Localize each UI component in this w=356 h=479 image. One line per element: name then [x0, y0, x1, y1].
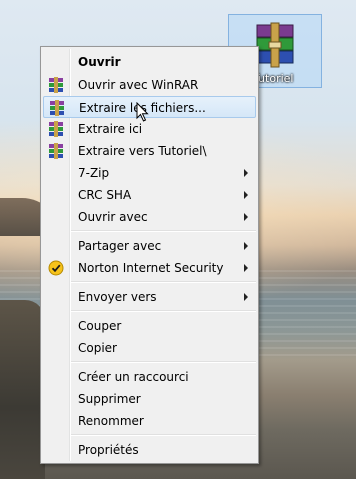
menu-item-label: Supprimer	[78, 392, 141, 406]
winrar-icon	[49, 143, 63, 159]
menu-item-label: Ouvrir avec WinRAR	[78, 78, 199, 92]
menu-item-supprimer[interactable]: Supprimer	[43, 388, 256, 410]
menu-item-label: Ouvrir avec	[78, 210, 148, 224]
rar-archive-icon	[256, 22, 294, 68]
submenu-arrow-icon	[244, 242, 248, 250]
menu-item-label: Couper	[78, 319, 122, 333]
menu-item-label: Renommer	[78, 414, 144, 428]
winrar-icon	[49, 121, 63, 137]
winrar-icon	[50, 100, 64, 116]
menu-item-creer-raccourci[interactable]: Créer un raccourci	[43, 366, 256, 388]
menu-item-label: Envoyer vers	[78, 290, 157, 304]
desktop-file-label: Tutoriel	[253, 72, 294, 85]
menu-item-label: Ouvrir	[78, 55, 121, 69]
menu-item-extraire-vers[interactable]: Extraire vers Tutoriel\	[43, 140, 256, 162]
menu-item-label: CRC SHA	[78, 188, 132, 202]
submenu-arrow-icon	[244, 169, 248, 177]
menu-item-label: Extraire ici	[78, 122, 143, 136]
menu-item-label: Créer un raccourci	[78, 370, 189, 384]
menu-item-norton[interactable]: Norton Internet Security	[43, 257, 256, 279]
menu-item-couper[interactable]: Couper	[43, 315, 256, 337]
menu-item-crc-sha[interactable]: CRC SHA	[43, 184, 256, 206]
submenu-arrow-icon	[244, 191, 248, 199]
menu-item-7zip[interactable]: 7-Zip	[43, 162, 256, 184]
menu-item-label: Propriétés	[78, 443, 139, 457]
menu-item-label: 7-Zip	[78, 166, 110, 180]
menu-item-envoyer-vers[interactable]: Envoyer vers	[43, 286, 256, 308]
menu-item-label: Extraire vers Tutoriel\	[78, 144, 207, 158]
menu-item-copier[interactable]: Copier	[43, 337, 256, 359]
menu-item-label: Partager avec	[78, 239, 162, 253]
menu-item-partager-avec[interactable]: Partager avec	[43, 235, 256, 257]
menu-separator	[71, 361, 256, 363]
menu-item-label: Norton Internet Security	[78, 261, 224, 275]
winrar-icon	[49, 77, 63, 93]
menu-item-ouvrir-avec[interactable]: Ouvrir avec	[43, 206, 256, 228]
wallpaper-rock	[0, 300, 45, 479]
norton-icon	[48, 260, 64, 276]
menu-item-ouvrir-winrar[interactable]: Ouvrir avec WinRAR	[43, 74, 256, 96]
menu-separator	[71, 230, 256, 232]
menu-separator	[71, 310, 256, 312]
menu-item-renommer[interactable]: Renommer	[43, 410, 256, 432]
menu-separator	[71, 434, 256, 436]
submenu-arrow-icon	[244, 264, 248, 272]
menu-item-label: Copier	[78, 341, 117, 355]
menu-item-ouvrir[interactable]: Ouvrir	[43, 51, 256, 73]
mouse-cursor-icon	[136, 102, 149, 122]
menu-separator	[71, 281, 256, 283]
menu-item-proprietes[interactable]: Propriétés	[43, 439, 256, 461]
submenu-arrow-icon	[244, 213, 248, 221]
submenu-arrow-icon	[244, 293, 248, 301]
